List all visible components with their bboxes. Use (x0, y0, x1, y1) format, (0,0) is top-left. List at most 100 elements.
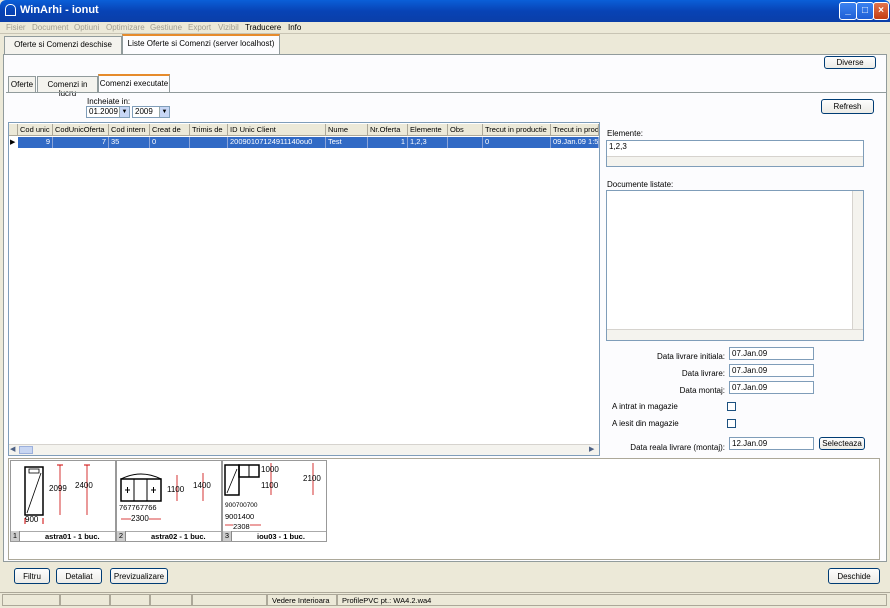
table-cell[interactable]: 0 (150, 137, 190, 148)
scroll-thumb[interactable] (19, 446, 33, 454)
previzualizare-button[interactable]: Previzualizare (110, 568, 168, 584)
element-thumb-2[interactable]: 1100 1400 767767766 2300 astra02 - 1 buc… (116, 460, 222, 542)
documente-label: Documente listate: (607, 180, 674, 189)
menu-traducere[interactable]: Traducere (245, 23, 281, 32)
table-cell[interactable]: Test (326, 137, 368, 148)
data-livrare-field[interactable]: 07.Jan.09 (729, 364, 814, 377)
dim-label: 1100 (167, 485, 185, 494)
thumb-caption: astra01 - 1 buc. (11, 531, 115, 541)
col-nr-oferta[interactable]: Nr.Oferta (368, 124, 408, 136)
dim-label: 2099 (49, 484, 67, 493)
status-profile: ProfilePVC pt.: WA4.2.wa4 (337, 594, 887, 606)
element-thumb-3[interactable]: 1000 1100 2100 900700700 9001400 2308 io… (222, 460, 327, 542)
deschide-button[interactable]: Deschide (828, 568, 880, 584)
table-cell[interactable]: 1 (368, 137, 408, 148)
dim-label: 1000 (261, 465, 279, 474)
incheiate-label: Incheiate in: (87, 97, 131, 106)
app-icon (5, 4, 16, 16)
col-nume[interactable]: Nume (326, 124, 368, 136)
menu-export[interactable]: Export (188, 23, 211, 32)
title-bar: WinArhi - ionut _ □ × (0, 0, 890, 22)
selecteaza-button[interactable]: Selecteaza (819, 437, 865, 450)
tab-comenzi-executate[interactable]: Comenzi executate (98, 74, 170, 92)
col-trecut-productie-2[interactable]: Trecut in productie (551, 124, 599, 136)
elemente-label: Elemente: (607, 129, 644, 138)
table-cell[interactable]: 0 (483, 137, 551, 148)
menu-gestiune[interactable]: Gestiune (150, 23, 182, 32)
table-cell[interactable] (190, 137, 228, 148)
month-select[interactable]: 01.2009 ▼ (86, 106, 130, 118)
col-elemente[interactable]: Elemente (408, 124, 448, 136)
menu-bar: Fisier Document Optiuni Optimizare Gesti… (0, 22, 890, 34)
minimize-button[interactable]: _ (839, 2, 857, 20)
maximize-button[interactable]: □ (856, 2, 874, 20)
status-panel (192, 594, 267, 606)
menu-document[interactable]: Document (32, 23, 68, 32)
menu-info[interactable]: Info (288, 23, 301, 32)
elemente-hscrollbar[interactable] (607, 156, 863, 166)
col-trecut-productie[interactable]: Trecut in productie (483, 124, 551, 136)
table-cell[interactable] (448, 137, 483, 148)
iesit-magazie-checkbox[interactable] (727, 419, 736, 428)
element-thumb-1[interactable]: 2099 2400 900 astra01 - 1 buc. 1 (10, 460, 116, 542)
col-trimis-de[interactable]: Trimis de (190, 124, 228, 136)
thumb-number: 3 (223, 531, 232, 541)
data-reala-livrare-field[interactable]: 12.Jan.09 (729, 437, 814, 450)
col-obs[interactable]: Obs (448, 124, 483, 136)
window-title: WinArhi - ionut (20, 4, 99, 16)
thumb-caption: iou03 - 1 buc. (223, 531, 326, 541)
filtru-button[interactable]: Filtru (14, 568, 50, 584)
elemente-field[interactable]: 1,2,3 (606, 140, 864, 167)
status-bar: Vedere Interioara ProfilePVC pt.: WA4.2.… (0, 592, 890, 606)
menu-vizibil[interactable]: Vizibil (218, 23, 239, 32)
intrat-magazie-checkbox[interactable] (727, 402, 736, 411)
data-livrare-initiala-label: Data livrare initiala: (656, 352, 725, 361)
dim-label: 900700700 (225, 502, 258, 509)
data-montaj-label: Data montaj: (679, 386, 725, 395)
dim-label: 1100 (261, 481, 279, 490)
data-livrare-initiala-field[interactable]: 07.Jan.09 (729, 347, 814, 360)
grid-hscrollbar[interactable]: ◀ ▶ (9, 444, 599, 455)
table-cell[interactable]: 9 (18, 137, 53, 148)
col-cod-unic-oferta[interactable]: CodUnicOferta (53, 124, 109, 136)
year-select[interactable]: 2009 ▼ (132, 106, 170, 118)
thumb-number: 1 (11, 531, 20, 541)
documente-list[interactable] (606, 190, 864, 341)
menu-optimizare[interactable]: Optimizare (106, 23, 145, 32)
tab-comenzi-in-lucru[interactable]: Comenzi in lucru (37, 76, 98, 98)
menu-optiuni[interactable]: Optiuni (74, 23, 99, 32)
table-cell[interactable]: 1,2,3 (408, 137, 448, 148)
refresh-button[interactable]: Refresh (821, 99, 874, 114)
subtab-divider (6, 92, 886, 93)
documente-vscrollbar[interactable] (852, 191, 863, 329)
status-panel (150, 594, 192, 606)
close-button[interactable]: × (873, 2, 889, 20)
table-cell[interactable]: 35 (109, 137, 150, 148)
tab-oferte-comenzi-deschise[interactable]: Oferte si Comenzi deschise (4, 36, 122, 54)
orders-grid[interactable]: Cod unic CodUnicOferta Cod intern Creat … (8, 122, 600, 456)
scroll-right-icon[interactable]: ▶ (589, 445, 594, 453)
table-cell[interactable]: 20090107124911140ou0 (228, 137, 326, 148)
detaliat-button[interactable]: Detaliat (56, 568, 102, 584)
diverse-button[interactable]: Diverse (824, 56, 876, 69)
chevron-down-icon[interactable]: ▼ (119, 107, 129, 117)
table-cell[interactable]: 09.Jan.09 1:52 (551, 137, 599, 148)
col-creat-de[interactable]: Creat de (150, 124, 190, 136)
menu-fisier[interactable]: Fisier (6, 23, 26, 32)
tab-liste-oferte-comenzi[interactable]: Liste Oferte si Comenzi (server localhos… (122, 34, 280, 54)
thumb-number: 2 (117, 531, 126, 541)
status-panel (110, 594, 150, 606)
dim-label: 9001400 (225, 512, 255, 521)
col-cod-intern[interactable]: Cod intern (109, 124, 150, 136)
col-id-unic-client[interactable]: ID Unic Client (228, 124, 326, 136)
table-cell[interactable]: 7 (53, 137, 109, 148)
documente-hscrollbar[interactable] (607, 329, 863, 340)
data-montaj-field[interactable]: 07.Jan.09 (729, 381, 814, 394)
status-view: Vedere Interioara (267, 594, 337, 606)
dim-label: 2300 (131, 514, 149, 523)
chevron-down-icon[interactable]: ▼ (159, 107, 169, 117)
col-cod-unic[interactable]: Cod unic (18, 124, 53, 136)
tab-oferte[interactable]: Oferte (8, 76, 36, 92)
scroll-left-icon[interactable]: ◀ (10, 445, 15, 453)
dim-label: 2308 (233, 522, 250, 531)
